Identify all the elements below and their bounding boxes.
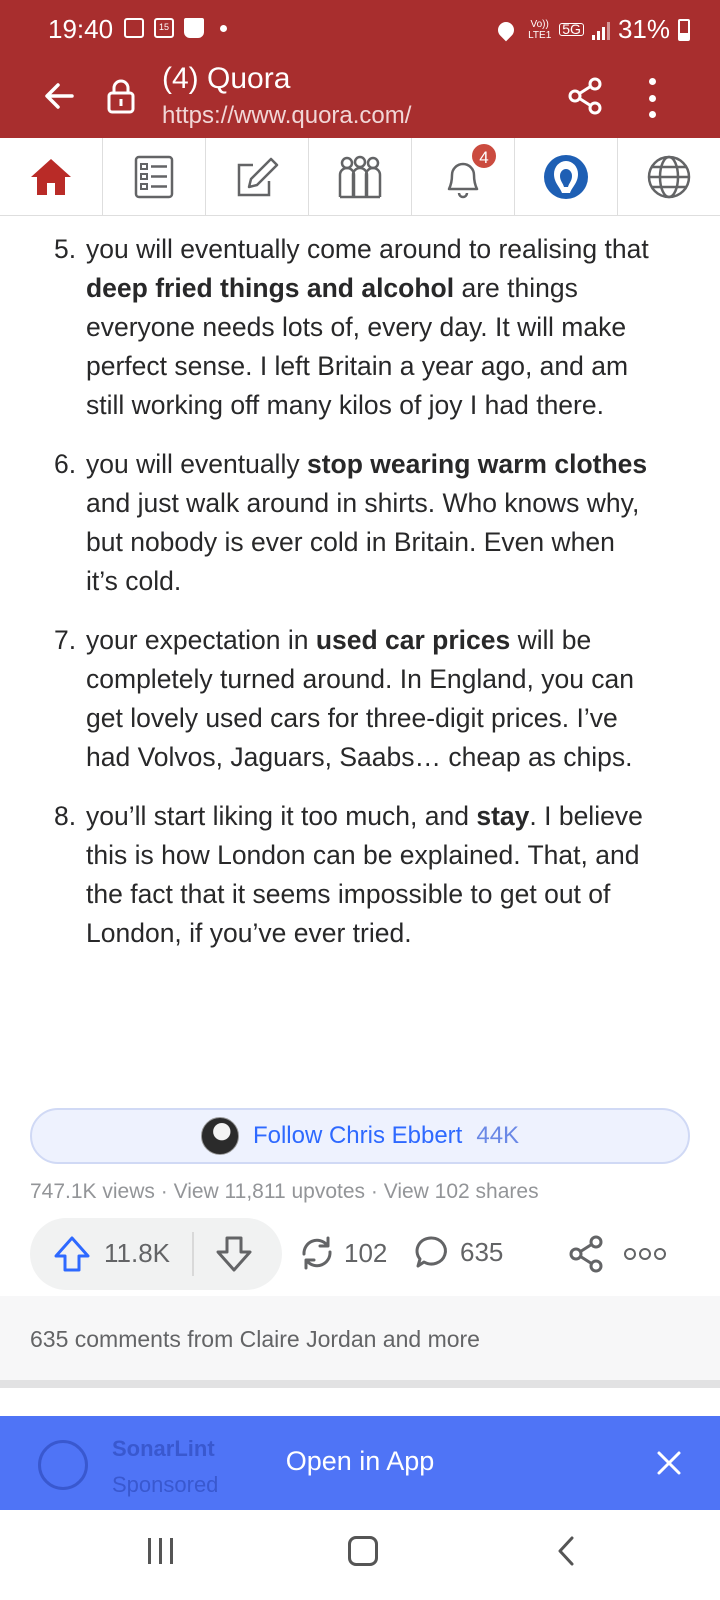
downvote-arrow-icon[interactable] [214, 1234, 254, 1274]
avatar-icon [544, 155, 588, 199]
bold-text: deep fried things and alcohol [86, 273, 455, 303]
notification-icons: 15 [124, 18, 227, 38]
answer-stats[interactable]: 747.1K views · View 11,811 upvotes · Vie… [30, 1180, 539, 1204]
page-title[interactable]: (4) Quora [162, 62, 290, 96]
back-nav-icon[interactable] [554, 1534, 578, 1568]
nav-answer[interactable] [206, 138, 309, 216]
home-icon [31, 159, 71, 195]
comment-bubble-icon [415, 1236, 447, 1268]
list-item: 7. your expectation in used car prices wi… [0, 621, 720, 777]
reshare-count: 102 [344, 1237, 388, 1268]
more-notifications-dot-icon [220, 24, 227, 32]
upvote-arrow-icon[interactable] [52, 1234, 92, 1274]
notification-badge: 4 [470, 142, 498, 170]
list-item-number: 8. [54, 801, 77, 831]
pen-square-icon [237, 157, 279, 197]
follow-label: Follow Chris Ebbert [252, 1122, 463, 1149]
comments-teaser-text: 635 comments from Claire Jordan and more [30, 1326, 480, 1352]
calendar-icon: 15 [154, 18, 174, 38]
lock-icon[interactable] [106, 78, 136, 114]
battery-icon [678, 18, 690, 41]
bold-text: stay [476, 801, 530, 831]
close-icon[interactable] [656, 1450, 682, 1476]
more-vert-icon[interactable] [646, 78, 658, 118]
open-in-app-button[interactable]: Open in App [0, 1446, 720, 1477]
signal-icon [591, 20, 610, 40]
network-type: 5G [559, 22, 584, 36]
comments-teaser[interactable]: 635 comments from Claire Jordan and more [0, 1296, 720, 1388]
answer-content: 5. you will eventually come around to rea… [0, 216, 720, 973]
open-in-app-banner[interactable]: SonarLint Sponsored Open in App [0, 1416, 720, 1510]
status-right: Vo)) LTE1 5G 31% [494, 14, 690, 45]
list-item-number: 7. [54, 625, 77, 655]
status-time: 19:40 [48, 14, 114, 44]
list-item-text: your expectation in [86, 625, 316, 655]
gallery-icon [124, 18, 144, 38]
vote-pill: 11.8K [30, 1218, 282, 1290]
volte-indicator: Vo)) LTE1 [528, 18, 552, 41]
nav-profile[interactable] [515, 138, 618, 216]
browser-chrome: 19:40 15 Vo)) LTE1 5G 31% (4) Quora http… [0, 0, 720, 138]
list-item-number: 5. [54, 234, 77, 264]
globe-icon [647, 155, 691, 199]
list-item-text: you will eventually [86, 449, 307, 479]
comments-button[interactable]: 635 [414, 1234, 503, 1270]
nav-home[interactable] [0, 138, 103, 216]
follow-author-button[interactable]: Follow Chris Ebbert 44K [30, 1108, 690, 1164]
people-group-icon [338, 155, 382, 199]
list-item-text: you’ll start liking it too much, and [86, 801, 477, 831]
feed-list-icon [134, 155, 174, 199]
shopping-bag-icon [184, 18, 204, 38]
nav-language[interactable] [618, 138, 720, 216]
status-bar: 19:40 15 Vo)) LTE1 5G 31% [0, 0, 720, 58]
nav-following[interactable] [103, 138, 206, 216]
reshare-icon [302, 1236, 332, 1270]
list-item: 8. you’ll start liking it too much, and s… [0, 797, 720, 953]
share-icon[interactable] [568, 76, 602, 116]
list-item-text: and just walk around in shirts. Who know… [86, 488, 640, 596]
page-url[interactable]: https://www.quora.com/ [162, 102, 411, 130]
action-bar: 11.8K 102 635 [30, 1218, 690, 1290]
nav-spaces[interactable] [309, 138, 412, 216]
system-nav-bar [0, 1510, 720, 1600]
list-item-number: 6. [54, 449, 77, 479]
comment-count: 635 [460, 1236, 504, 1267]
share-icon[interactable] [568, 1234, 604, 1274]
bold-text: used car prices [315, 625, 511, 655]
reshare-button[interactable]: 102 [298, 1234, 387, 1272]
nav-notifications[interactable]: 4 [412, 138, 515, 216]
vote-divider [192, 1232, 194, 1276]
recent-apps-icon[interactable] [148, 1538, 173, 1564]
battery-percent: 31% [617, 14, 670, 44]
list-item-text: you will eventually come around to reali… [86, 234, 649, 264]
location-icon [494, 18, 518, 41]
quora-nav: 4 [0, 138, 720, 216]
list-item: 6. you will eventually stop wearing warm … [0, 445, 720, 601]
follower-count: 44K [476, 1122, 520, 1149]
back-arrow-icon[interactable] [42, 78, 78, 114]
home-button-icon[interactable] [348, 1536, 378, 1566]
author-avatar [200, 1117, 239, 1155]
list-item: 5. you will eventually come around to rea… [0, 230, 720, 425]
more-horiz-icon[interactable] [624, 1248, 666, 1260]
url-bar: (4) Quora https://www.quora.com/ [0, 58, 720, 138]
answer-list: 5. you will eventually come around to rea… [0, 216, 720, 953]
bold-text: stop wearing warm clothes [306, 449, 648, 479]
upvote-count[interactable]: 11.8K [104, 1238, 170, 1269]
